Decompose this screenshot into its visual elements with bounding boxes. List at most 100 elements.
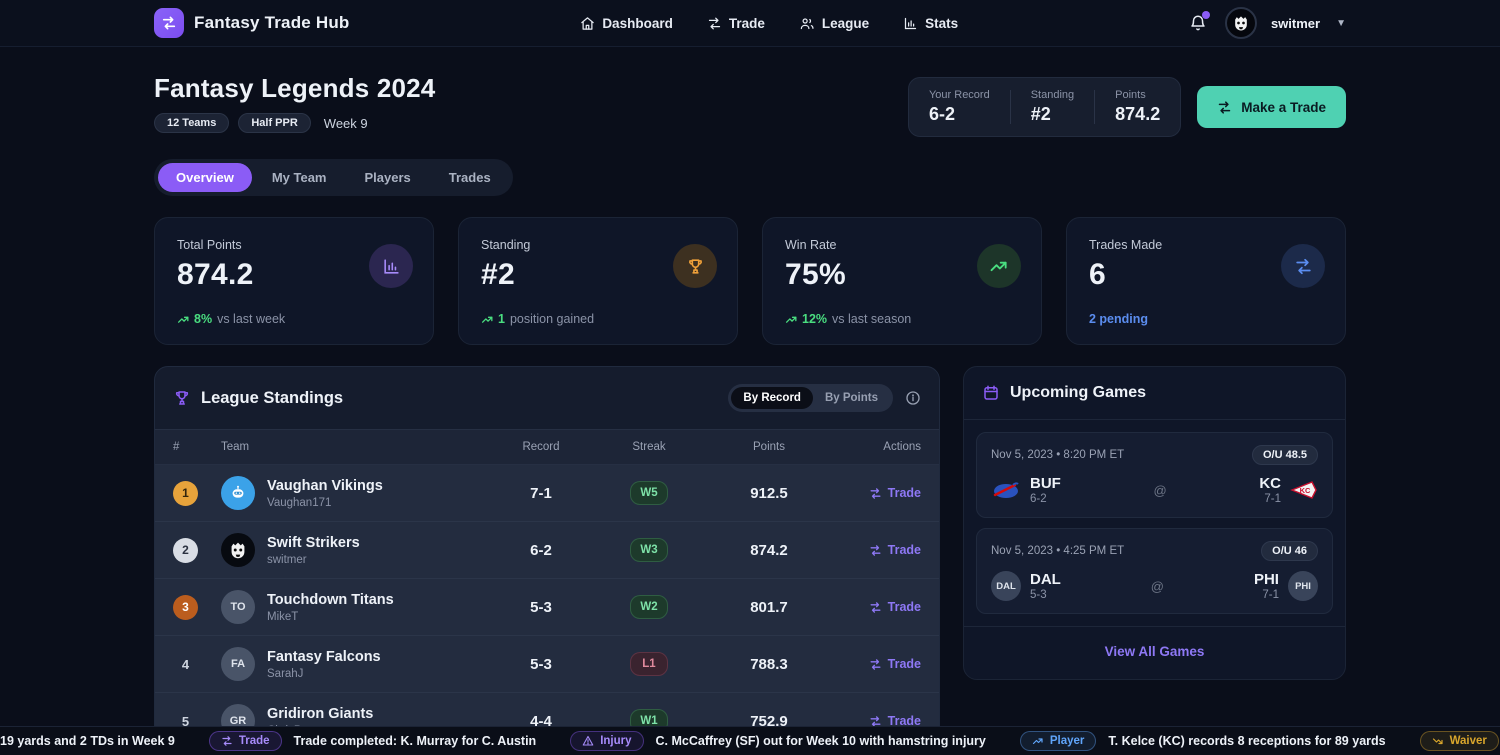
eagles-logo-icon: PHI [1288,571,1318,601]
tab-players[interactable]: Players [347,163,429,192]
swap-icon [1281,244,1325,288]
news-ticker[interactable]: 19 yards and 2 TDs in Week 9 Trade Trade… [0,726,1500,755]
trend-suffix: vs last week [217,312,285,326]
chevron-down-icon[interactable]: ▼ [1336,18,1346,29]
badge-label: Injury [600,735,631,747]
standings-title: League Standings [201,389,343,408]
make-a-trade-label: Make a Trade [1241,100,1326,115]
trend-value: 12% [802,312,827,326]
ticker-text: T. Kelce (KC) records 8 receptions for 8… [1108,734,1385,748]
nav-item-league[interactable]: League [799,16,869,31]
league-standings-panel: League Standings By Record By Points # T… [154,366,940,751]
standing-value: #2 [1031,104,1074,125]
at-separator: @ [1151,579,1164,594]
nav-item-stats[interactable]: Stats [903,16,958,31]
points-label: Points [1115,89,1160,101]
column-points: Points [703,441,835,453]
points-cell: 874.2 [703,542,835,559]
sort-by-record-button[interactable]: By Record [731,387,813,409]
league-header: Fantasy Legends 2024 12 Teams Half PPR W… [154,73,435,133]
calendar-icon [982,384,1000,402]
tab-overview[interactable]: Overview [158,163,252,192]
over-under-badge: O/U 46 [1261,541,1318,561]
trend-suffix: vs last season [832,312,911,326]
nav-item-dashboard[interactable]: Dashboard [580,16,673,31]
streak-badge: W2 [630,595,668,619]
column-team: Team [221,441,487,453]
stat-card-win-rate: Win Rate 75% 12% vs last season [762,217,1042,345]
tab-my-team[interactable]: My Team [254,163,345,192]
team-name: Vaughan Vikings [267,477,383,495]
trade-category-badge: Trade [209,731,282,751]
trophy-icon [173,389,191,407]
trade-label: Trade [888,486,921,500]
divider [1094,90,1095,124]
streak-badge: L1 [630,652,668,676]
standings-row-vaughan-vikings[interactable]: 1 Vaughan Vikings Vaughan171 7-1 W5 912.… [155,465,939,522]
home-icon [580,16,595,31]
standings-column-headers: # Team Record Streak Points Actions [155,429,939,465]
at-separator: @ [1153,483,1166,498]
team-avatar-initials: FA [221,647,255,681]
team-name: Swift Strikers [267,534,360,552]
game-card-buf-kc[interactable]: Nov 5, 2023 • 8:20 PM ET O/U 48.5 BUF 6-… [976,432,1333,518]
column-record: Record [487,441,595,453]
swap-icon [707,16,722,31]
bar-chart-icon [369,244,413,288]
game-datetime: Nov 5, 2023 • 8:20 PM ET [991,449,1124,461]
row-trade-button[interactable]: Trade [869,543,921,557]
pending-trades-note[interactable]: 2 pending [1089,312,1148,326]
swap-icon [869,487,882,500]
away-team-code: DAL [1030,571,1061,588]
trend-value: 8% [194,312,212,326]
rank-badge: 2 [173,538,198,563]
trending-up-icon [977,244,1021,288]
ticker-item: Waiver D. Hopkins claimed off waivers [1420,731,1500,751]
teams-badge: 12 Teams [154,113,229,133]
standings-row-touchdown-titans[interactable]: 3 TO Touchdown Titans MikeT 5-3 W2 801.7… [155,579,939,636]
warning-triangle-icon [582,735,594,747]
info-icon[interactable] [905,390,921,406]
divider [1010,90,1011,124]
player-category-badge: Player [1020,731,1097,751]
streak-badge: W5 [630,481,668,505]
sort-toggle: By Record By Points [728,384,893,412]
notifications-button[interactable] [1189,14,1207,32]
swap-icon [154,8,184,38]
over-under-badge: O/U 48.5 [1252,445,1318,465]
your-record-value: 6-2 [929,104,990,125]
points-cell: 801.7 [703,599,835,616]
game-card-dal-phi[interactable]: Nov 5, 2023 • 4:25 PM ET O/U 46 DAL DAL … [976,528,1333,614]
nav-item-trade[interactable]: Trade [707,16,765,31]
make-a-trade-button[interactable]: Make a Trade [1197,86,1346,128]
top-navigation: Fantasy Trade Hub Dashboard Trade League… [0,0,1500,47]
username[interactable]: switmer [1271,16,1320,31]
standings-row-fantasy-falcons[interactable]: 4 FA Fantasy Falcons SarahJ 5-3 L1 788.3… [155,636,939,693]
page-title: Fantasy Legends 2024 [154,73,435,104]
rank-badge: 4 [173,652,198,677]
team-name: Fantasy Falcons [267,648,381,666]
view-all-games-link[interactable]: View All Games [1105,644,1205,659]
column-actions: Actions [835,441,921,453]
row-trade-button[interactable]: Trade [869,600,921,614]
row-trade-button[interactable]: Trade [869,657,921,671]
sort-by-points-button[interactable]: By Points [813,387,890,409]
week-label: Week 9 [324,116,368,131]
user-avatar[interactable] [1225,7,1257,39]
ticker-item: 19 yards and 2 TDs in Week 9 [0,734,175,748]
points-cell: 912.5 [703,485,835,502]
team-avatar-initials: TO [221,590,255,624]
swap-icon [221,735,233,747]
standings-row-swift-strikers[interactable]: 2 Swift Strikers switmer 6-2 W3 874.2 Tr… [155,522,939,579]
record-summary-box: Your Record 6-2 Standing #2 Points 874.2 [908,77,1181,137]
team-name: Gridiron Giants [267,705,373,723]
trend-up-icon [177,313,190,326]
home-team-record: 7-1 [1259,493,1281,505]
nav-label-stats: Stats [925,16,958,31]
tab-trades[interactable]: Trades [431,163,509,192]
users-icon [799,16,815,31]
row-trade-button[interactable]: Trade [869,486,921,500]
team-owner: Vaughan171 [267,497,383,509]
nav-label-dashboard: Dashboard [602,16,673,31]
brand[interactable]: Fantasy Trade Hub [154,8,350,38]
